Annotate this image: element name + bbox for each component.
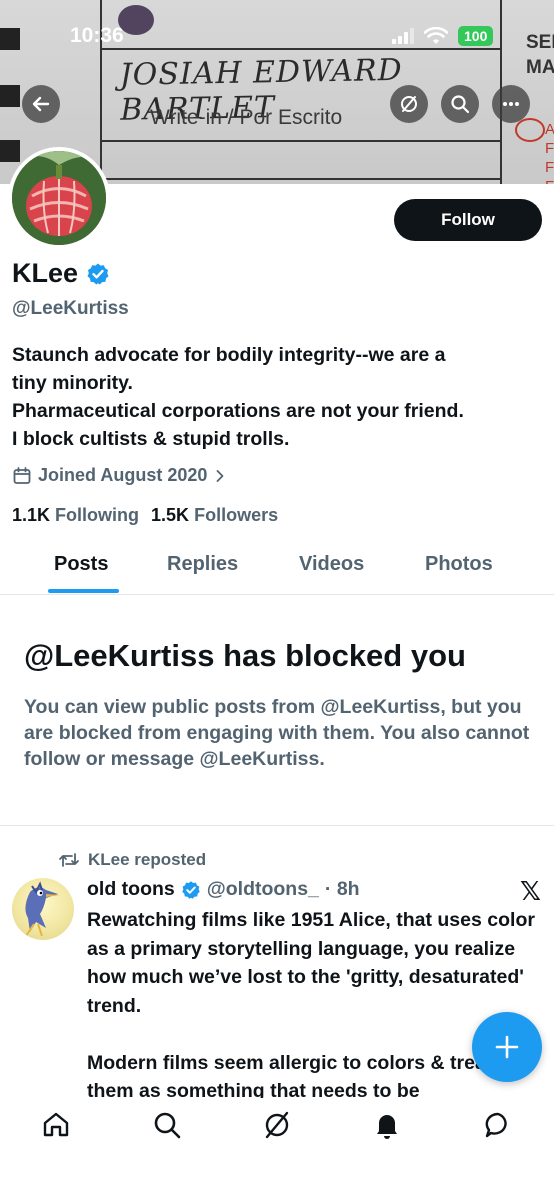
grok-button[interactable] <box>390 85 428 123</box>
post-time[interactable]: · 8h <box>325 878 360 901</box>
verified-badge-icon[interactable] <box>86 262 110 286</box>
ballot-line <box>100 140 500 142</box>
following-label: Following <box>55 505 140 525</box>
verified-badge-icon[interactable] <box>181 880 201 900</box>
more-icon <box>503 102 519 106</box>
profile-avatar[interactable] <box>8 147 110 249</box>
followers-count: 1.5K <box>151 505 190 525</box>
divider <box>0 825 554 826</box>
ballot-edge-letter: A <box>545 121 554 138</box>
grok-icon[interactable] <box>262 1110 292 1140</box>
search-button[interactable] <box>441 85 479 123</box>
battery-indicator: 100 <box>458 26 494 46</box>
roadrunner-image <box>25 881 60 937</box>
ballot-edge-line: MA <box>526 57 554 78</box>
blocked-title: @LeeKurtiss has blocked you <box>24 638 466 673</box>
search-icon[interactable] <box>152 1110 182 1140</box>
tab-posts[interactable]: Posts <box>54 553 108 576</box>
post-author-name[interactable]: old toons <box>87 878 175 901</box>
following-link[interactable]: 1.1K Following <box>12 505 139 526</box>
repost-label: KLee reposted <box>88 850 207 869</box>
notifications-icon[interactable] <box>372 1110 402 1140</box>
ballot-mark <box>0 28 20 50</box>
tab-photos[interactable]: Photos <box>425 553 493 576</box>
bio-line: tiny minority. <box>12 372 133 394</box>
repost-indicator: KLee reposted <box>58 850 206 870</box>
messages-icon[interactable] <box>483 1110 513 1140</box>
ballot-edge-line: SEN <box>526 32 554 53</box>
home-icon[interactable] <box>41 1110 71 1140</box>
blocked-message: You can view public posts from @LeeKurti… <box>24 696 530 770</box>
ballot-edge-letters: A F F F <box>545 120 554 184</box>
flower-image <box>12 151 106 245</box>
back-arrow-icon <box>32 96 50 112</box>
status-time: 10:36 <box>70 24 124 47</box>
bio-line: Staunch advocate for bodily integrity--w… <box>12 344 446 366</box>
followers-link[interactable]: 1.5K Followers <box>151 505 278 526</box>
bottom-nav <box>0 1098 554 1200</box>
ballot-line <box>100 178 500 180</box>
ballot-edge-letter: F <box>545 177 554 184</box>
chevron-right-icon <box>216 469 224 482</box>
post-author-handle[interactable]: @oldtoons_ <box>207 878 319 901</box>
profile-tabs: Posts Replies Videos Photos <box>0 545 554 595</box>
bio-line: I block cultists & stupid trolls. <box>12 428 290 450</box>
cellular-signal-icon <box>392 28 414 44</box>
tab-replies[interactable]: Replies <box>167 553 238 576</box>
post-author-avatar[interactable] <box>12 878 74 940</box>
ballot-oval <box>515 118 545 142</box>
wifi-icon <box>424 27 448 44</box>
active-tab-indicator <box>48 589 119 593</box>
post-text[interactable]: Rewatching films like 1951 Alice, that u… <box>87 906 542 1101</box>
ballot-edge-text: SEN MA <box>526 30 554 80</box>
followers-label: Followers <box>194 505 279 525</box>
compose-post-button[interactable] <box>472 1012 542 1082</box>
more-button[interactable] <box>492 85 530 123</box>
following-count: 1.1K <box>12 505 51 525</box>
profile-handle: @LeeKurtiss <box>12 298 129 319</box>
ballot-line <box>100 48 500 50</box>
joined-date[interactable]: Joined August 2020 <box>12 465 227 486</box>
name-row: KLee <box>12 258 110 289</box>
bio-line: Pharmaceutical corporations are not your… <box>12 400 464 422</box>
grok-icon <box>401 96 417 112</box>
display-name: KLee <box>12 258 79 288</box>
joined-text: Joined August 2020 <box>38 465 208 485</box>
post-header: old toons @oldtoons_ · 8h <box>87 878 360 901</box>
status-icons: 100 <box>392 26 494 46</box>
search-icon <box>451 95 470 114</box>
ballot-edge-letter: F <box>545 159 554 176</box>
calendar-icon <box>13 466 31 484</box>
back-button[interactable] <box>22 85 60 123</box>
x-logo-icon: 𝕏 <box>520 876 541 906</box>
ballot-edge-letter: F <box>545 140 554 157</box>
plus-icon <box>495 1035 519 1059</box>
profile-bio: Staunch advocate for bodily integrity--w… <box>12 341 542 453</box>
ballot-mark <box>0 85 20 107</box>
ballot-mark <box>0 140 20 162</box>
repost-icon <box>59 853 79 867</box>
tab-videos[interactable]: Videos <box>299 553 364 576</box>
follow-counts: 1.1K Following 1.5K Followers <box>12 505 278 526</box>
writein-label: Write-in / Por Escrito <box>150 106 343 129</box>
follow-button[interactable]: Follow <box>394 199 542 241</box>
